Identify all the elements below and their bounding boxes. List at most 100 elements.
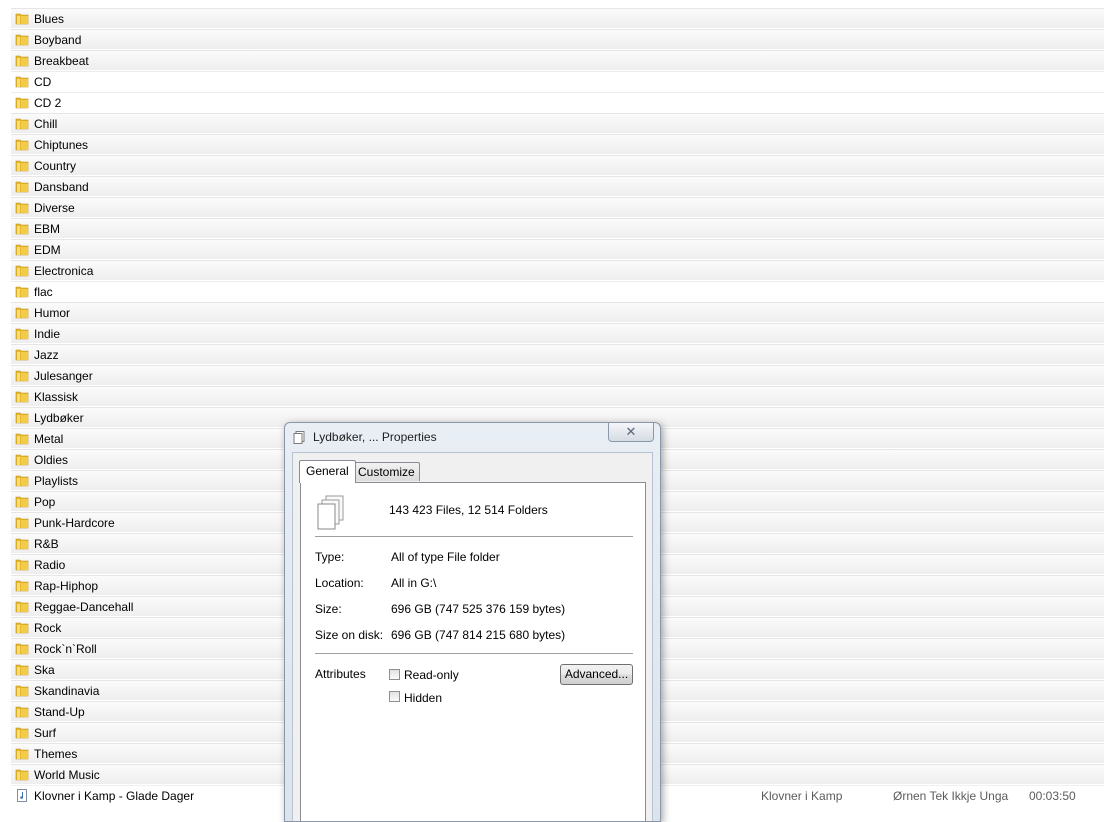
track-duration: 00:03:50 bbox=[1029, 789, 1076, 803]
folder-icon bbox=[15, 138, 29, 151]
folder-name: Pop bbox=[34, 495, 56, 509]
folder-icon bbox=[15, 537, 29, 550]
folder-icon bbox=[15, 621, 29, 634]
folder-name: World Music bbox=[34, 768, 100, 782]
close-button[interactable]: ✕ bbox=[608, 423, 654, 442]
list-item[interactable]: Diverse bbox=[11, 197, 1104, 217]
list-item[interactable]: Julesanger bbox=[11, 365, 1104, 385]
folder-icon bbox=[15, 54, 29, 67]
list-item[interactable]: Dansband bbox=[11, 176, 1104, 196]
track-album: Ørnen Tek Ikkje Unga bbox=[893, 789, 1009, 803]
folder-icon bbox=[15, 642, 29, 655]
folder-icon bbox=[15, 159, 29, 172]
list-item[interactable]: Indie bbox=[11, 323, 1104, 343]
folder-icon bbox=[15, 222, 29, 235]
folder-name: Dansband bbox=[34, 180, 89, 194]
list-item[interactable]: Electronica bbox=[11, 260, 1104, 280]
folder-name: Playlists bbox=[34, 474, 79, 488]
list-item[interactable]: CD bbox=[11, 71, 1104, 91]
list-item[interactable]: Jazz bbox=[11, 344, 1104, 364]
separator bbox=[315, 653, 633, 655]
list-item[interactable]: Boyband bbox=[11, 29, 1104, 49]
list-item[interactable]: EDM bbox=[11, 239, 1104, 259]
type-label: Type: bbox=[315, 550, 345, 564]
size-label: Size: bbox=[315, 602, 342, 616]
list-item[interactable]: CD 2 bbox=[11, 92, 1104, 112]
folder-name: Lydbøker bbox=[34, 411, 84, 425]
folder-name: Boyband bbox=[34, 33, 82, 47]
folder-icon bbox=[15, 96, 29, 109]
files-stack-icon bbox=[317, 495, 344, 530]
properties-dialog: Lydbøker, ... Properties ✕ General Custo… bbox=[284, 422, 661, 822]
advanced-button[interactable]: Advanced... bbox=[560, 664, 633, 685]
folder-name: Punk-Hardcore bbox=[34, 516, 115, 530]
list-item[interactable]: EBM bbox=[11, 218, 1104, 238]
folder-icon bbox=[15, 12, 29, 25]
folder-icon bbox=[15, 285, 29, 298]
folder-icon bbox=[15, 768, 29, 781]
file-count-summary: 143 423 Files, 12 514 Folders bbox=[389, 503, 548, 517]
location-label: Location: bbox=[315, 576, 364, 590]
dialog-titlebar[interactable]: Lydbøker, ... Properties ✕ bbox=[285, 423, 660, 451]
list-item[interactable]: Blues bbox=[11, 8, 1104, 28]
folder-icon bbox=[15, 600, 29, 613]
folder-icon bbox=[15, 432, 29, 445]
folder-name: Klassisk bbox=[34, 390, 79, 404]
location-value: All in G:\ bbox=[391, 576, 437, 590]
folder-name: R&B bbox=[34, 537, 59, 551]
list-item[interactable]: Chiptunes bbox=[11, 134, 1104, 154]
hidden-label[interactable]: Hidden bbox=[404, 691, 442, 705]
list-item[interactable]: Klassisk bbox=[11, 386, 1104, 406]
folder-name: Stand-Up bbox=[34, 705, 85, 719]
tab-general[interactable]: General bbox=[299, 460, 356, 483]
hidden-checkbox[interactable] bbox=[389, 691, 400, 702]
folder-name: Themes bbox=[34, 747, 78, 761]
folder-name: CD bbox=[34, 75, 52, 89]
track-artist: Klovner i Kamp bbox=[761, 789, 843, 803]
read-only-checkbox[interactable] bbox=[389, 669, 400, 680]
folder-icon bbox=[15, 747, 29, 760]
folder-icon bbox=[15, 180, 29, 193]
list-item[interactable]: Country bbox=[11, 155, 1104, 175]
folder-name: Rap-Hiphop bbox=[34, 579, 99, 593]
list-item[interactable]: Chill bbox=[11, 113, 1104, 133]
folder-name: Rock bbox=[34, 621, 62, 635]
folder-icon bbox=[15, 453, 29, 466]
track-title: Klovner i Kamp - Glade Dager bbox=[34, 789, 195, 803]
folder-name: EBM bbox=[34, 222, 61, 236]
folder-icon bbox=[15, 516, 29, 529]
music-file-icon bbox=[17, 789, 27, 802]
read-only-label[interactable]: Read-only bbox=[404, 668, 459, 682]
folder-name: Ska bbox=[34, 663, 55, 677]
folder-icon bbox=[15, 243, 29, 256]
list-item[interactable]: flac bbox=[11, 281, 1104, 301]
folder-name: Julesanger bbox=[34, 369, 93, 383]
properties-icon bbox=[293, 431, 305, 444]
folder-name: Indie bbox=[34, 327, 61, 341]
close-icon: ✕ bbox=[625, 424, 637, 439]
folder-name: Surf bbox=[34, 726, 57, 740]
list-item[interactable]: Breakbeat bbox=[11, 50, 1104, 70]
folder-icon bbox=[15, 369, 29, 382]
list-item[interactable]: Humor bbox=[11, 302, 1104, 322]
folder-icon bbox=[15, 33, 29, 46]
folder-name: Reggae-Dancehall bbox=[34, 600, 134, 614]
type-value: All of type File folder bbox=[391, 550, 500, 564]
general-panel: 143 423 Files, 12 514 Folders Type: All … bbox=[300, 482, 646, 821]
folder-icon bbox=[15, 411, 29, 424]
folder-icon bbox=[15, 264, 29, 277]
folder-name: Rock`n`Roll bbox=[34, 642, 97, 656]
folder-name: CD 2 bbox=[34, 96, 62, 110]
folder-name: Skandinavia bbox=[34, 684, 100, 698]
folder-name: flac bbox=[34, 285, 53, 299]
tab-customize[interactable]: Customize bbox=[353, 462, 420, 481]
folder-icon bbox=[15, 75, 29, 88]
dialog-title: Lydbøker, ... Properties bbox=[313, 430, 437, 444]
folder-icon bbox=[15, 558, 29, 571]
folder-icon bbox=[15, 726, 29, 739]
size-value: 696 GB (747 525 376 159 bytes) bbox=[391, 602, 566, 616]
dialog-body: General Customize 143 423 Files, 12 514 … bbox=[292, 452, 653, 821]
folder-name: Electronica bbox=[34, 264, 94, 278]
folder-icon bbox=[15, 201, 29, 214]
folder-icon bbox=[15, 474, 29, 487]
